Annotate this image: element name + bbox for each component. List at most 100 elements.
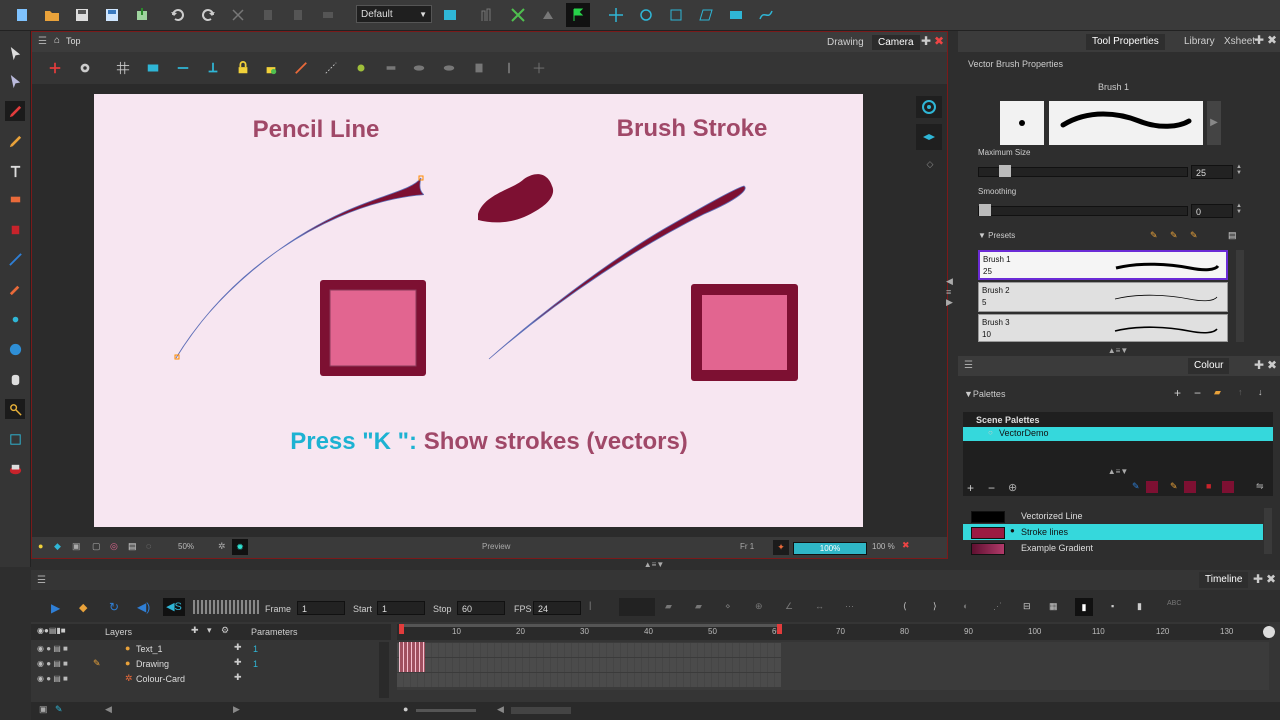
onion-icon[interactable]: ◎ — [110, 541, 118, 552]
palette-item-vectordemo[interactable]: ○ VectorDemo — [963, 427, 1273, 441]
colour-tools-icon[interactable]: ⊕ — [1008, 481, 1017, 494]
thumbnails-icon[interactable]: ▦ — [1049, 601, 1058, 612]
layer-toggles-icon[interactable]: ◉●▤▮■ — [37, 626, 66, 635]
layer-toggles-icon[interactable]: ◉ ● ▤ ■ — [37, 659, 68, 668]
brush-settings-icon[interactable] — [382, 60, 400, 76]
frames-colour-row[interactable] — [397, 673, 781, 687]
flag-icon[interactable] — [566, 3, 590, 27]
close-icon[interactable]: ✖ — [1267, 33, 1277, 47]
close-icon[interactable]: ✖ — [934, 34, 944, 48]
close-icon[interactable]: ✖ — [1267, 358, 1277, 372]
abc-icon[interactable]: ABC — [1167, 600, 1181, 607]
add-layer-icon[interactable]: ▰ — [665, 601, 672, 612]
open-folder-icon[interactable] — [42, 5, 62, 25]
zoom-icon[interactable]: ● — [403, 704, 408, 714]
copy-icon[interactable] — [258, 5, 278, 25]
add-tab-icon[interactable]: ✚ — [1253, 572, 1263, 586]
spline-offset-icon[interactable] — [5, 399, 25, 419]
cut-icon[interactable] — [228, 5, 248, 25]
presets-toggle[interactable]: ▼ Presets — [978, 231, 1015, 240]
spline-icon[interactable] — [756, 5, 776, 25]
expand-icon[interactable]: ▮ — [1075, 598, 1093, 616]
preview-icon[interactable] — [144, 60, 162, 76]
playback-speed-slider[interactable] — [193, 600, 259, 614]
transform-icon[interactable] — [726, 5, 746, 25]
eraser-tool-icon[interactable] — [5, 189, 25, 209]
layer-toggles-icon[interactable]: ◉ ● ▤ ■ — [37, 674, 68, 683]
pencil-tool-icon[interactable] — [5, 131, 25, 151]
playback-icon[interactable]: ✦ — [773, 540, 789, 555]
skew-icon[interactable] — [696, 5, 716, 25]
tab-timeline[interactable]: Timeline — [1199, 572, 1249, 588]
maximum-size-field[interactable]: 25 — [1191, 165, 1233, 179]
layer-type-select[interactable] — [619, 598, 655, 616]
layer-options-icon[interactable]: ▾ — [207, 625, 212, 636]
keyframe-icon[interactable]: ⋄ — [725, 601, 731, 612]
chevron-right-icon[interactable]: ▶ — [1207, 101, 1221, 145]
add-palette-icon[interactable]: + — [1174, 386, 1181, 400]
stretch-icon[interactable]: ↔ — [815, 601, 824, 611]
move-icon[interactable] — [606, 5, 626, 25]
close-icon[interactable]: ✖ — [1266, 572, 1276, 586]
link-icon[interactable]: ⇋ — [1256, 481, 1264, 492]
gear-icon[interactable] — [76, 60, 94, 76]
preset-brush-2[interactable]: Brush 2 5 — [978, 282, 1228, 312]
lock-icon[interactable]: ▤ — [128, 541, 137, 552]
scroll-left-icon[interactable]: ◀ — [497, 704, 504, 715]
maximum-size-knob[interactable] — [998, 165, 1011, 177]
render-icon[interactable]: ✹ — [232, 539, 248, 555]
brush-tool-icon[interactable] — [5, 101, 25, 121]
tab-tool-properties[interactable]: Tool Properties — [1086, 34, 1165, 50]
new-preset-icon[interactable]: ✎ — [1150, 230, 1158, 241]
tab-camera[interactable]: Camera — [872, 35, 920, 50]
fps-field[interactable]: 24 — [533, 601, 581, 615]
swatch-row[interactable]: Vectorized Line — [963, 508, 1263, 524]
brush-tip-preview[interactable] — [1000, 101, 1044, 145]
stepper-icon[interactable]: ▲ ▼ — [1236, 203, 1242, 215]
sound-scrub-icon[interactable]: ◀S — [163, 598, 185, 616]
new-scene-icon[interactable] — [12, 5, 32, 25]
add-tab-icon[interactable]: ✚ — [921, 34, 931, 48]
preset-menu-icon[interactable]: ▤ — [1228, 230, 1237, 241]
stepper-icon[interactable]: ▲ ▼ — [1236, 164, 1242, 176]
prev-key-icon[interactable]: ⟨ — [903, 601, 907, 612]
resize-handle[interactable]: ▲≡▼ — [633, 560, 675, 570]
frames-text-row[interactable] — [397, 643, 781, 657]
frame-icon[interactable]: ▢ — [92, 541, 101, 552]
pegs-icon[interactable] — [508, 5, 528, 25]
smoothing-slider[interactable] — [978, 204, 1188, 216]
selected-frames[interactable] — [399, 642, 425, 672]
stop-render-icon[interactable]: ✖ — [902, 540, 910, 551]
pencil-settings-icon[interactable] — [292, 60, 310, 76]
paste-icon[interactable] — [288, 5, 308, 25]
paint-icon[interactable]: ◆ — [54, 541, 61, 552]
import-icon[interactable] — [132, 5, 152, 25]
line-settings-icon[interactable] — [322, 60, 340, 76]
timeline-scroll-thumb[interactable] — [511, 707, 571, 714]
tab-colour[interactable]: Colour — [1188, 358, 1230, 374]
next-key-icon[interactable]: ⟩ — [933, 601, 937, 612]
add-layer-icon[interactable]: ✚ — [191, 625, 199, 636]
fill-colour-swatch[interactable] — [1222, 481, 1234, 493]
motion-keyframe-icon[interactable]: ⊕ — [755, 601, 763, 612]
add-icon[interactable]: ✚ — [234, 642, 242, 653]
paint-bucket-icon[interactable] — [5, 219, 25, 239]
play-selection-icon[interactable]: ◆ — [79, 601, 87, 614]
lock-icon[interactable] — [234, 60, 252, 76]
frame-field[interactable]: 1 — [297, 601, 345, 615]
split-icon[interactable]: ⋰ — [993, 601, 1002, 612]
contour-editor-icon[interactable] — [5, 71, 25, 91]
swatch-row[interactable]: Example Gradient — [963, 540, 1263, 556]
text-tool-icon[interactable] — [5, 161, 25, 181]
layer-row[interactable]: ◉ ● ▤ ■ ● Text_1 ✚ 1 — [31, 642, 386, 657]
ease-icon[interactable]: ⋯ — [845, 601, 854, 612]
stop-marker[interactable] — [777, 624, 782, 634]
add-icon[interactable]: ✚ — [234, 672, 242, 683]
select-tool-icon[interactable] — [46, 60, 64, 76]
bucket-icon[interactable]: ■ — [1206, 481, 1211, 491]
arrow-up-icon[interactable]: ↑ — [1238, 387, 1243, 397]
layer-toggles-icon[interactable]: ◉ ● ▤ ■ — [37, 644, 68, 653]
tab-drawing[interactable]: Drawing — [821, 35, 870, 50]
pencil-icon[interactable]: ✎ — [55, 704, 63, 715]
remove-colour-icon[interactable]: − — [988, 481, 995, 495]
